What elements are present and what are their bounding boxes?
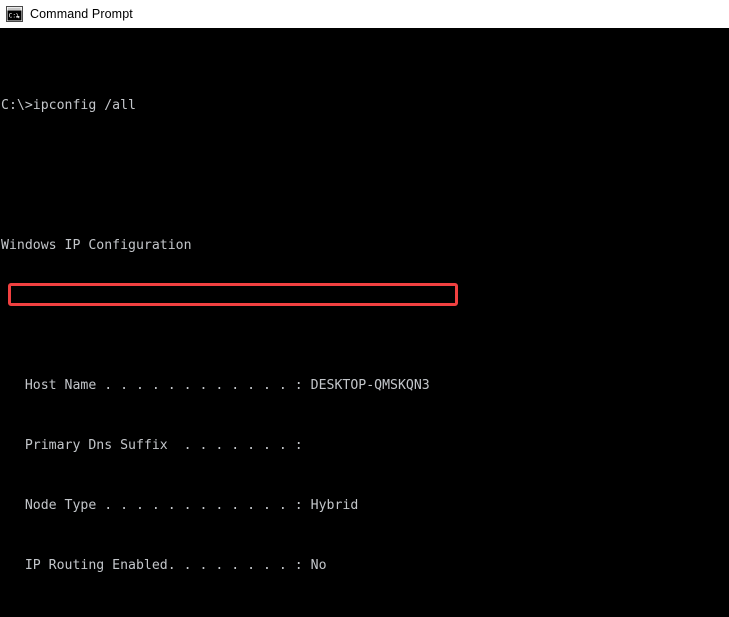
svg-text:C:\: C:\ — [9, 13, 20, 20]
console-text-buffer: C:\>ipconfig /all Windows IP Configurati… — [0, 36, 729, 617]
command-prompt-icon: C:\ — [6, 6, 23, 22]
prompt-command-line: C:\>ipconfig /all — [1, 98, 136, 113]
window-titlebar: C:\ Command Prompt — [0, 0, 729, 28]
config-row: Host Name . . . . . . . . . . . . : DESK… — [1, 378, 430, 393]
section-title-windows-ip-configuration: Windows IP Configuration — [1, 238, 192, 253]
config-row: Node Type . . . . . . . . . . . . : Hybr… — [1, 498, 359, 513]
config-row: IP Routing Enabled. . . . . . . . : No — [1, 558, 327, 573]
config-row: Primary Dns Suffix . . . . . . . : — [1, 438, 303, 453]
console-output-area[interactable]: C:\>ipconfig /all Windows IP Configurati… — [0, 28, 729, 617]
window-title: Command Prompt — [30, 7, 133, 21]
